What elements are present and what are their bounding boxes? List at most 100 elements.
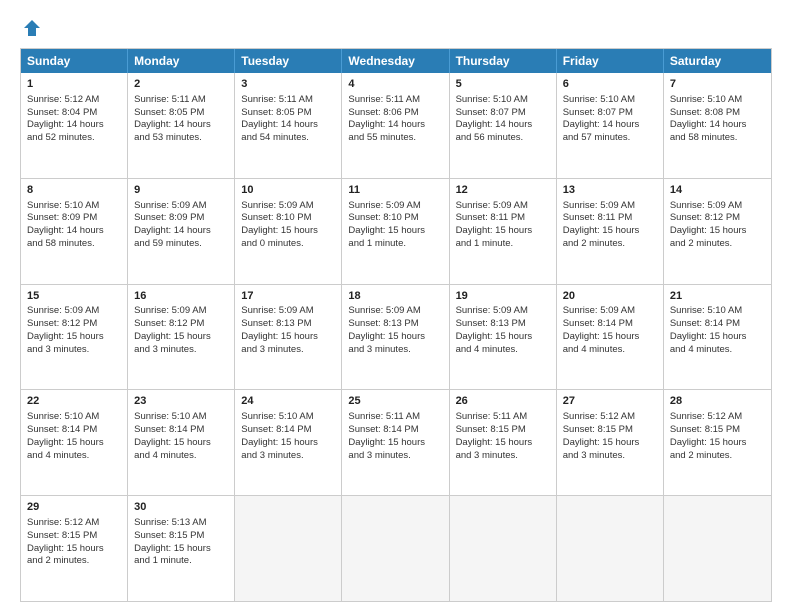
day-number: 28 [670,394,765,409]
day-info-line: Sunrise: 5:10 AM [670,305,765,318]
day-cell-9: 9Sunrise: 5:09 AMSunset: 8:09 PMDaylight… [128,179,235,284]
day-info-line: Sunrise: 5:09 AM [563,305,657,318]
day-info-line: Sunrise: 5:09 AM [563,200,657,213]
day-number: 27 [563,394,657,409]
day-info-line: Sunset: 8:09 PM [27,212,121,225]
day-number: 16 [134,289,228,304]
day-info-line: Sunrise: 5:09 AM [348,305,442,318]
day-info-line: Daylight: 14 hours [670,119,765,132]
day-info-line: and 58 minutes. [670,132,765,145]
day-info-line: Sunset: 8:09 PM [134,212,228,225]
day-info-line: Sunset: 8:15 PM [456,424,550,437]
day-info-line: Sunset: 8:13 PM [348,318,442,331]
day-cell-20: 20Sunrise: 5:09 AMSunset: 8:14 PMDayligh… [557,285,664,390]
day-cell-4: 4Sunrise: 5:11 AMSunset: 8:06 PMDaylight… [342,73,449,178]
day-number: 19 [456,289,550,304]
day-cell-18: 18Sunrise: 5:09 AMSunset: 8:13 PMDayligh… [342,285,449,390]
day-number: 12 [456,183,550,198]
calendar-row-2: 15Sunrise: 5:09 AMSunset: 8:12 PMDayligh… [21,284,771,390]
day-cell-14: 14Sunrise: 5:09 AMSunset: 8:12 PMDayligh… [664,179,771,284]
day-info-line: Daylight: 15 hours [563,331,657,344]
day-number: 9 [134,183,228,198]
calendar-row-4: 29Sunrise: 5:12 AMSunset: 8:15 PMDayligh… [21,495,771,601]
day-info-line: Sunrise: 5:11 AM [134,94,228,107]
day-info-line: Sunrise: 5:10 AM [134,411,228,424]
day-info-line: and 55 minutes. [348,132,442,145]
day-info-line: Sunrise: 5:10 AM [563,94,657,107]
day-info-line: and 2 minutes. [563,238,657,251]
day-info-line: Sunrise: 5:09 AM [456,200,550,213]
day-number: 17 [241,289,335,304]
day-info-line: Sunset: 8:15 PM [134,530,228,543]
day-info-line: and 2 minutes. [670,238,765,251]
day-info-line: Daylight: 14 hours [348,119,442,132]
day-info-line: and 59 minutes. [134,238,228,251]
day-info-line: Sunrise: 5:09 AM [134,305,228,318]
day-info-line: Daylight: 15 hours [348,225,442,238]
empty-cell [664,496,771,601]
day-info-line: Sunset: 8:12 PM [670,212,765,225]
day-number: 1 [27,77,121,92]
day-info-line: Sunset: 8:15 PM [563,424,657,437]
day-info-line: Sunrise: 5:09 AM [348,200,442,213]
day-info-line: Daylight: 15 hours [134,331,228,344]
day-number: 11 [348,183,442,198]
calendar: SundayMondayTuesdayWednesdayThursdayFrid… [20,48,772,602]
day-info-line: Sunset: 8:05 PM [241,107,335,120]
day-cell-27: 27Sunrise: 5:12 AMSunset: 8:15 PMDayligh… [557,390,664,495]
day-info-line: and 3 minutes. [456,450,550,463]
header-day-tuesday: Tuesday [235,49,342,73]
day-number: 18 [348,289,442,304]
day-info-line: and 3 minutes. [348,344,442,357]
day-info-line: Sunrise: 5:11 AM [348,94,442,107]
day-info-line: Sunset: 8:05 PM [134,107,228,120]
day-cell-3: 3Sunrise: 5:11 AMSunset: 8:05 PMDaylight… [235,73,342,178]
day-info-line: Daylight: 14 hours [27,225,121,238]
day-info-line: and 4 minutes. [456,344,550,357]
day-info-line: Sunset: 8:04 PM [27,107,121,120]
day-info-line: Sunrise: 5:09 AM [134,200,228,213]
day-info-line: Sunrise: 5:11 AM [456,411,550,424]
day-cell-7: 7Sunrise: 5:10 AMSunset: 8:08 PMDaylight… [664,73,771,178]
day-cell-8: 8Sunrise: 5:10 AMSunset: 8:09 PMDaylight… [21,179,128,284]
day-info-line: Daylight: 14 hours [456,119,550,132]
day-info-line: Daylight: 15 hours [241,225,335,238]
day-cell-5: 5Sunrise: 5:10 AMSunset: 8:07 PMDaylight… [450,73,557,178]
day-number: 23 [134,394,228,409]
day-info-line: and 3 minutes. [241,344,335,357]
day-info-line: Sunrise: 5:10 AM [670,94,765,107]
day-info-line: and 3 minutes. [563,450,657,463]
header [20,18,772,38]
day-info-line: Sunset: 8:14 PM [348,424,442,437]
day-info-line: Daylight: 15 hours [348,331,442,344]
day-number: 3 [241,77,335,92]
day-info-line: Sunrise: 5:12 AM [27,94,121,107]
day-number: 24 [241,394,335,409]
day-info-line: and 4 minutes. [134,450,228,463]
day-info-line: Sunrise: 5:09 AM [456,305,550,318]
day-info-line: Daylight: 15 hours [456,225,550,238]
day-info-line: Daylight: 15 hours [241,331,335,344]
day-cell-11: 11Sunrise: 5:09 AMSunset: 8:10 PMDayligh… [342,179,449,284]
day-info-line: Sunrise: 5:12 AM [27,517,121,530]
day-info-line: Daylight: 15 hours [27,543,121,556]
day-info-line: Sunset: 8:13 PM [241,318,335,331]
day-info-line: and 1 minute. [134,555,228,568]
day-info-line: and 56 minutes. [456,132,550,145]
day-info-line: Daylight: 14 hours [563,119,657,132]
day-cell-22: 22Sunrise: 5:10 AMSunset: 8:14 PMDayligh… [21,390,128,495]
day-info-line: and 2 minutes. [670,450,765,463]
day-info-line: Sunset: 8:13 PM [456,318,550,331]
day-number: 20 [563,289,657,304]
header-day-wednesday: Wednesday [342,49,449,73]
day-number: 26 [456,394,550,409]
day-info-line: Daylight: 15 hours [348,437,442,450]
page: SundayMondayTuesdayWednesdayThursdayFrid… [0,0,792,612]
day-cell-12: 12Sunrise: 5:09 AMSunset: 8:11 PMDayligh… [450,179,557,284]
calendar-body: 1Sunrise: 5:12 AMSunset: 8:04 PMDaylight… [21,73,771,601]
calendar-row-3: 22Sunrise: 5:10 AMSunset: 8:14 PMDayligh… [21,389,771,495]
empty-cell [450,496,557,601]
calendar-header: SundayMondayTuesdayWednesdayThursdayFrid… [21,49,771,73]
day-info-line: and 58 minutes. [27,238,121,251]
day-info-line: Daylight: 15 hours [27,331,121,344]
